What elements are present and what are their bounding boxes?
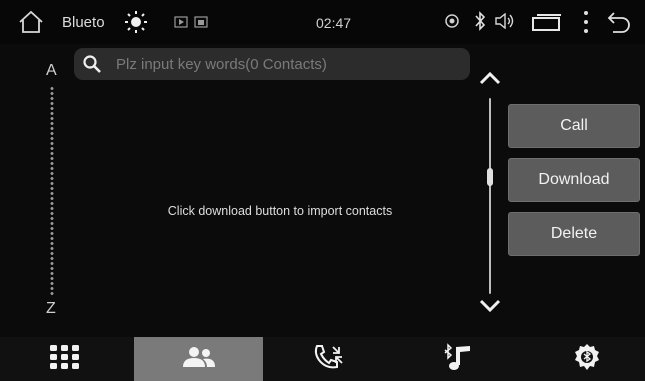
gps-icon: [444, 13, 460, 34]
download-button[interactable]: Download: [508, 158, 640, 202]
bottom-nav: [0, 337, 645, 381]
brightness-icon[interactable]: [124, 10, 148, 39]
contacts-icon: [181, 345, 217, 374]
bluetooth-settings-icon: [572, 342, 602, 377]
status-bar: Blueto 02:47: [0, 0, 645, 44]
clock: 02:47: [316, 15, 352, 31]
tab-bluetooth-music[interactable]: [394, 337, 523, 381]
bluetooth-music-icon: [442, 342, 476, 376]
scrollbar[interactable]: [484, 98, 496, 294]
home-icon[interactable]: [18, 10, 44, 39]
dialpad-icon: [48, 344, 82, 375]
scrollbar-track: [489, 98, 491, 294]
window-icon[interactable]: [532, 13, 562, 36]
search-input[interactable]: [116, 48, 456, 80]
tab-contacts[interactable]: [134, 337, 263, 381]
index-letter-top[interactable]: A: [46, 62, 57, 80]
call-log-icon: [312, 343, 346, 376]
back-icon[interactable]: [606, 9, 632, 40]
scroll-down-icon[interactable]: [478, 298, 502, 319]
tab-bluetooth-settings[interactable]: [522, 337, 645, 381]
volume-icon[interactable]: [494, 12, 516, 34]
tab-call-log[interactable]: [264, 337, 393, 381]
index-letter-bottom[interactable]: Z: [46, 300, 56, 318]
bluetooth-icon: [473, 11, 487, 36]
delete-button[interactable]: Delete: [508, 212, 640, 256]
search-bar[interactable]: [74, 48, 470, 80]
call-button[interactable]: Call: [508, 104, 640, 148]
alphabet-index-bar[interactable]: A Z: [40, 62, 66, 324]
tab-dialpad[interactable]: [0, 337, 129, 381]
app-title: Blueto: [62, 14, 105, 31]
scroll-up-icon[interactable]: [478, 70, 502, 91]
media-status-icon: [174, 15, 214, 33]
index-dots[interactable]: [50, 86, 54, 296]
search-icon: [82, 54, 102, 79]
more-options-icon[interactable]: [582, 9, 590, 40]
empty-contacts-message: Click download button to import contacts: [167, 204, 393, 218]
scrollbar-thumb[interactable]: [487, 168, 493, 186]
